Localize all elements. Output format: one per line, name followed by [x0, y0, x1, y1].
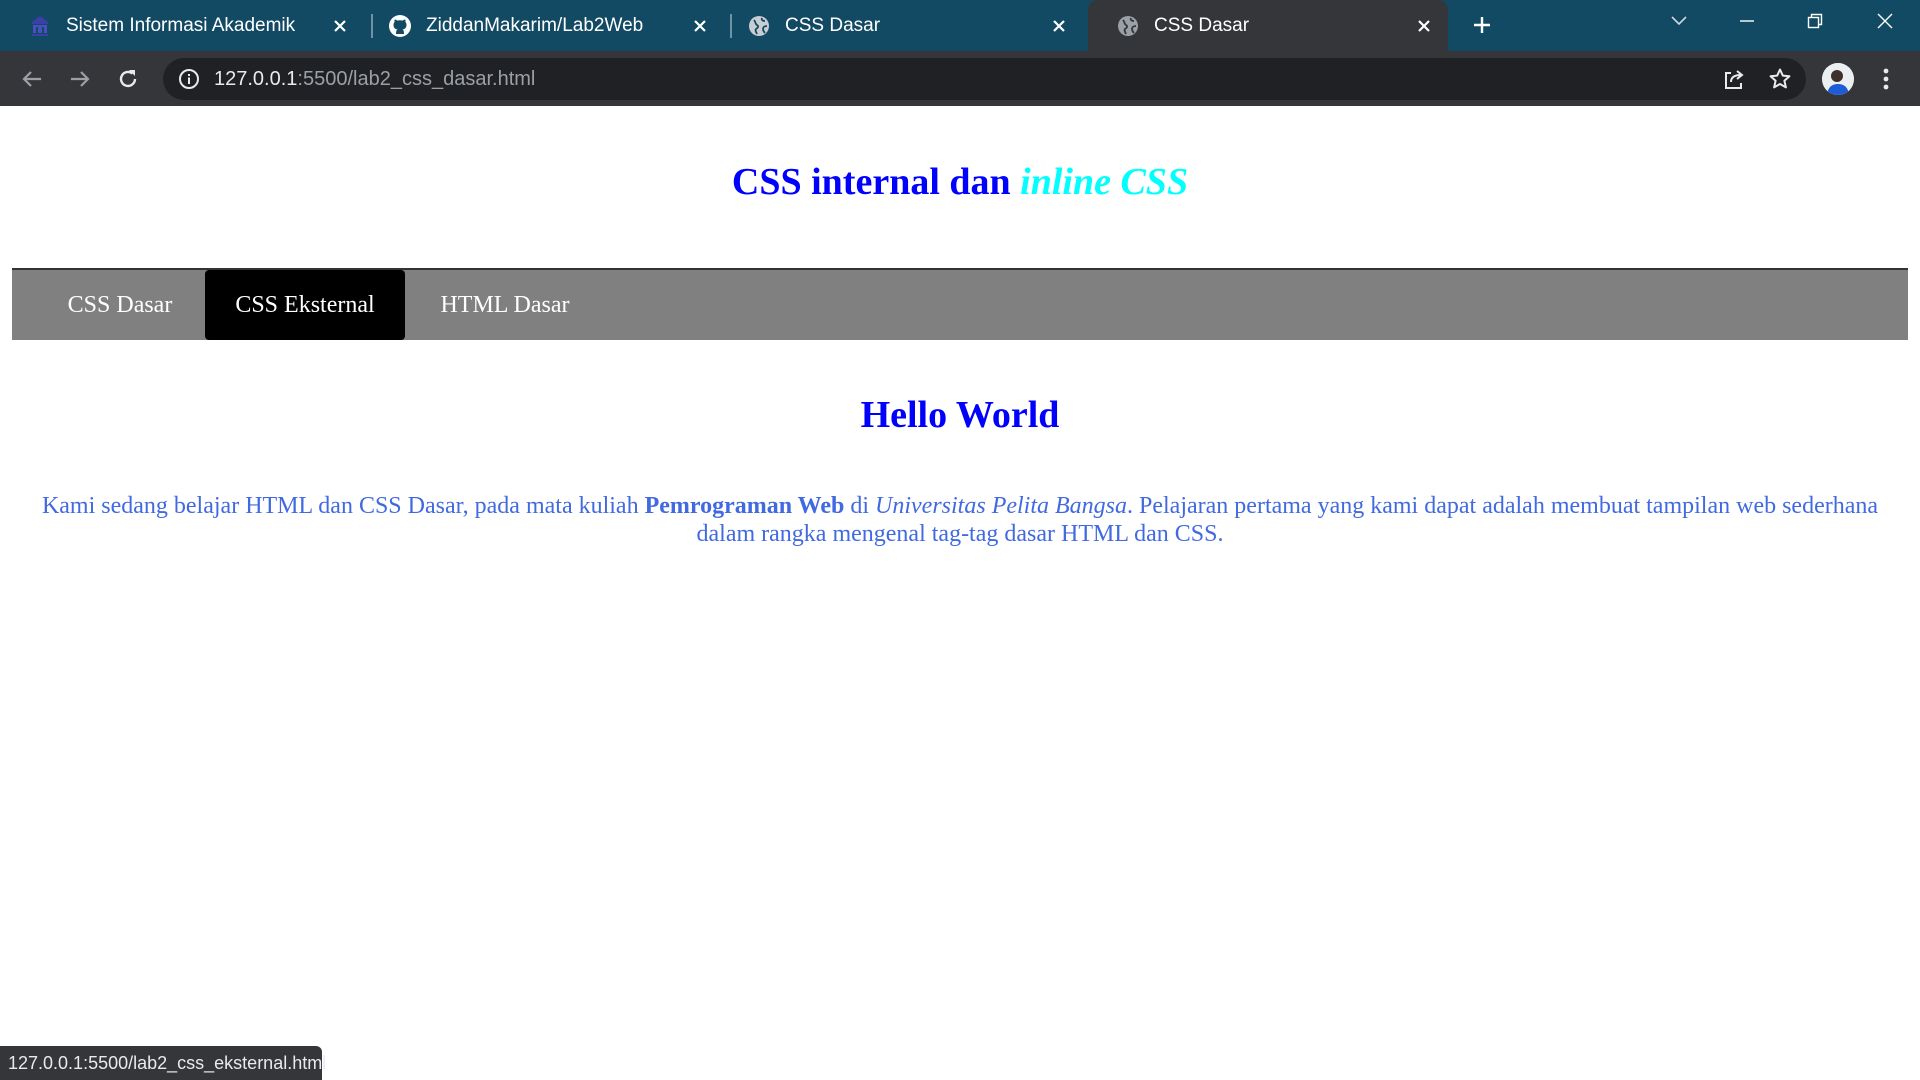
nav-link-css-eksternal[interactable]: CSS Eksternal	[205, 270, 405, 340]
chevron-down-icon	[1671, 16, 1687, 26]
paragraph-text: di	[844, 493, 876, 519]
arrow-right-icon	[71, 71, 90, 87]
info-icon[interactable]	[177, 67, 201, 91]
close-icon[interactable]	[322, 8, 358, 44]
globe-icon	[747, 14, 771, 38]
github-icon	[388, 14, 412, 38]
bookmark-star-icon[interactable]	[1767, 66, 1793, 92]
close-icon[interactable]	[1406, 8, 1442, 44]
browser-tabstrip: Sistem Informasi Akademik ZiddanMakarim/…	[0, 0, 1920, 51]
share-icon[interactable]	[1721, 66, 1747, 92]
title-plain: CSS internal dan	[731, 161, 1011, 203]
tab-css-dasar-active[interactable]: CSS Dasar	[1088, 0, 1448, 51]
close-window-button[interactable]	[1852, 0, 1918, 42]
page-title: CSS internal dan inline CSS	[0, 160, 1920, 204]
tab-label: ZiddanMakarim/Lab2Web	[426, 14, 644, 36]
university-icon	[28, 14, 52, 38]
menu-icon[interactable]	[1870, 63, 1902, 95]
tab-github[interactable]: ZiddanMakarim/Lab2Web	[360, 0, 724, 51]
new-tab-button[interactable]	[1464, 7, 1500, 43]
nav-link-css-dasar[interactable]: CSS Dasar	[50, 270, 190, 340]
address-bar[interactable]: 127.0.0.1:5500/lab2_css_dasar.html	[163, 58, 1806, 100]
profile-avatar[interactable]	[1822, 63, 1854, 95]
reload-button[interactable]	[108, 59, 148, 99]
paragraph-text: Kami sedang belajar HTML dan CSS Dasar, …	[41, 493, 645, 519]
main-heading: Hello World	[860, 394, 1060, 436]
tab-search-button[interactable]	[1646, 0, 1712, 42]
url-path: :5500/lab2_css_dasar.html	[297, 68, 536, 90]
browser-toolbar: 127.0.0.1:5500/lab2_css_dasar.html	[0, 51, 1920, 106]
paragraph-bold: Pemrograman Web	[644, 493, 845, 519]
navbar: CSS Dasar CSS Eksternal HTML Dasar	[12, 268, 1908, 340]
avatar-icon	[1822, 63, 1854, 95]
globe-icon	[1116, 14, 1140, 38]
close-icon[interactable]	[682, 8, 718, 44]
restore-button[interactable]	[1782, 0, 1848, 42]
back-button[interactable]	[12, 59, 52, 99]
tab-label: Sistem Informasi Akademik	[66, 14, 296, 36]
minimize-button[interactable]	[1714, 0, 1780, 42]
status-bar-link-preview: 127.0.0.1:5500/lab2_css_eksternal.html	[0, 1046, 326, 1080]
tab-css-dasar-1[interactable]: CSS Dasar	[719, 0, 1083, 51]
intro-paragraph: Kami sedang belajar HTML dan CSS Dasar, …	[40, 492, 1880, 548]
tab-label: CSS Dasar	[1154, 14, 1250, 36]
reload-icon	[119, 70, 137, 88]
arrow-left-icon	[22, 71, 41, 87]
tab-label: CSS Dasar	[785, 14, 881, 36]
paragraph-italic: Universitas Pelita Bangsa	[875, 493, 1128, 519]
close-icon[interactable]	[1041, 8, 1077, 44]
nav-link-html-dasar[interactable]: HTML Dasar	[424, 270, 586, 340]
url-host: 127.0.0.1	[214, 68, 298, 90]
tab-sistem-informasi[interactable]: Sistem Informasi Akademik	[0, 0, 364, 51]
url-text[interactable]: 127.0.0.1:5500/lab2_css_dasar.html	[214, 68, 535, 91]
forward-button[interactable]	[60, 59, 100, 99]
title-accent: inline CSS	[1020, 161, 1189, 203]
